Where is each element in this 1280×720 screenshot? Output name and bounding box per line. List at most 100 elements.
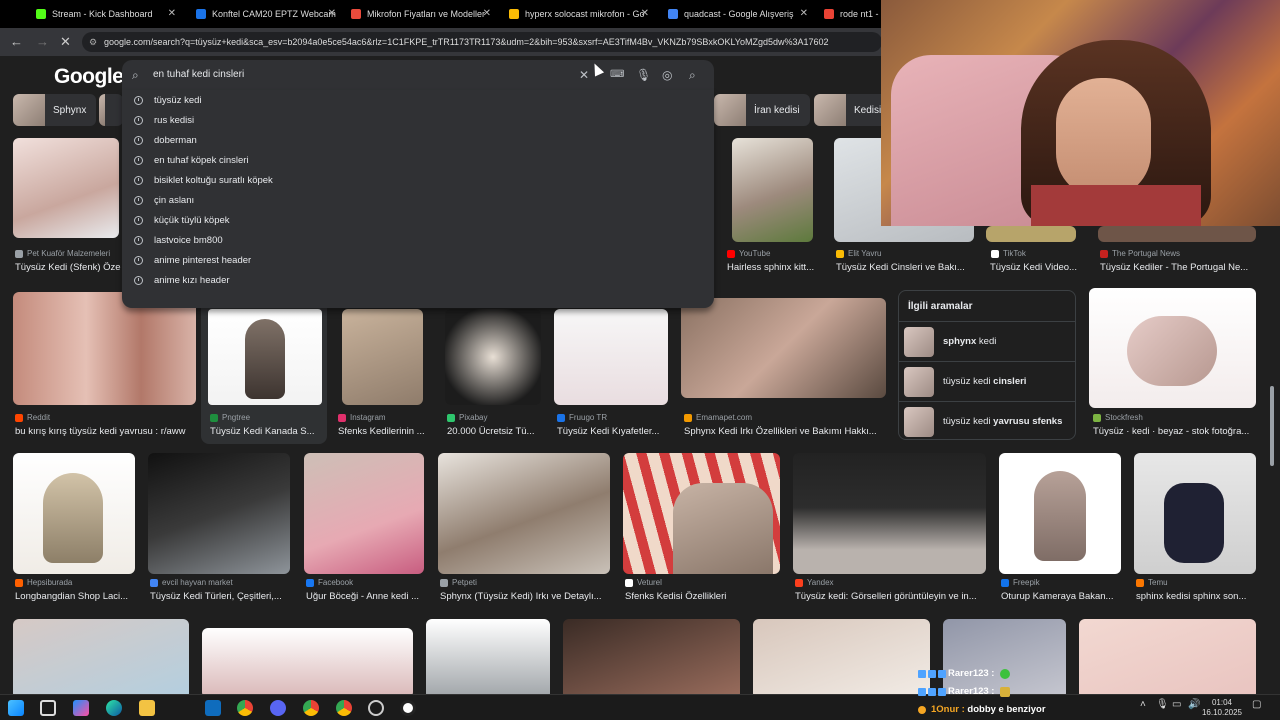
- google-logo[interactable]: Google: [54, 65, 124, 89]
- result-image[interactable]: [426, 619, 550, 694]
- steam-icon[interactable]: [400, 700, 416, 716]
- chrome-icon[interactable]: [336, 700, 352, 716]
- suggestion-item[interactable]: anime kızı header: [122, 270, 714, 290]
- result-image[interactable]: [732, 138, 813, 242]
- result-image[interactable]: [13, 138, 119, 238]
- suggestion-item[interactable]: en tuhaf köpek cinsleri: [122, 150, 714, 170]
- outlook-icon[interactable]: [205, 700, 221, 716]
- result-caption[interactable]: Tüysüz Kedi Kanada S...: [210, 426, 324, 437]
- chip-kedisi[interactable]: Kedisi: [814, 94, 892, 126]
- result-image[interactable]: [1098, 226, 1256, 242]
- volume-icon[interactable]: 🔊: [1188, 699, 1200, 710]
- result-image[interactable]: [753, 619, 930, 694]
- camera-search-icon[interactable]: ◎: [662, 68, 672, 82]
- result-caption[interactable]: Tüysüz Kedi Video...: [990, 262, 1082, 273]
- result-image[interactable]: [554, 309, 668, 405]
- scrollbar-thumb[interactable]: [1270, 386, 1274, 466]
- browser-tab[interactable]: Konftel CAM20 EPTZ Webcam ✕: [190, 0, 342, 28]
- result-caption[interactable]: 20.000 Ücretsiz Tü...: [447, 426, 543, 437]
- related-item[interactable]: tüysüz kedi cinsleri: [899, 361, 1075, 401]
- related-item[interactable]: tüysüz kedi yavrusu sfenks: [899, 401, 1075, 441]
- suggestion-item[interactable]: çin aslanı: [122, 190, 714, 210]
- result-caption[interactable]: Tüysüz Kedi Türleri, Çeşitleri,...: [150, 591, 290, 602]
- suggestion-item[interactable]: doberman: [122, 130, 714, 150]
- result-caption[interactable]: Tüysüz · kedi · beyaz - stok fotoğra...: [1093, 426, 1257, 437]
- result-image[interactable]: [793, 453, 986, 574]
- file-explorer-icon[interactable]: [139, 700, 155, 716]
- tray-chevron-icon[interactable]: ˄: [1140, 699, 1146, 710]
- keyboard-icon[interactable]: ⌨: [610, 69, 624, 80]
- task-view-icon[interactable]: [40, 700, 56, 716]
- browser-tab[interactable]: Mikrofon Fiyatları ve Modeller ✕: [345, 0, 497, 28]
- suggestion-item[interactable]: rus kedisi: [122, 110, 714, 130]
- browser-tab[interactable]: rode nt1 - G: [818, 0, 880, 28]
- chip-partial[interactable]: [99, 94, 123, 126]
- result-caption[interactable]: sphinx kedisi sphinx son...: [1136, 591, 1256, 602]
- suggestion-item[interactable]: tüysüz kedi: [122, 90, 714, 110]
- suggestion-item[interactable]: küçük tüylü köpek: [122, 210, 714, 230]
- result-caption[interactable]: Uğur Böceği - Anne kedi ...: [306, 591, 426, 602]
- site-info-icon[interactable]: ⚙: [89, 32, 97, 52]
- search-submit-icon[interactable]: ⌕: [689, 68, 696, 83]
- result-image[interactable]: [202, 628, 413, 694]
- tab-close-icon[interactable]: ✕: [641, 8, 649, 19]
- result-image[interactable]: [438, 453, 610, 574]
- result-image[interactable]: [986, 226, 1076, 242]
- result-image[interactable]: [681, 298, 886, 398]
- url-field[interactable]: ⚙ google.com/search?q=tüysüz+kedi&sca_es…: [82, 32, 882, 52]
- microphone-icon[interactable]: 🎙: [636, 68, 651, 82]
- result-image[interactable]: [563, 619, 740, 694]
- result-caption[interactable]: Longbangdian Shop Laci...: [15, 591, 137, 602]
- result-image[interactable]: [342, 309, 423, 405]
- result-caption[interactable]: Sphynx Kedi Irkı Özellikleri ve Bakımı H…: [684, 426, 884, 437]
- taskbar-clock[interactable]: 01:04 16.10.2025: [1202, 698, 1242, 718]
- network-icon[interactable]: ▭: [1172, 699, 1181, 710]
- result-image[interactable]: [13, 619, 189, 694]
- result-caption[interactable]: Tüysüz kedi: Görselleri görüntüleyin ve …: [795, 591, 985, 602]
- result-image[interactable]: [445, 309, 541, 405]
- chrome-icon[interactable]: [303, 700, 319, 716]
- tab-close-icon[interactable]: ✕: [168, 8, 176, 19]
- result-caption[interactable]: Oturup Kameraya Bakan...: [1001, 591, 1121, 602]
- suggestion-item[interactable]: bisiklet koltuğu suratlı köpek: [122, 170, 714, 190]
- result-caption[interactable]: Sfenks Kedilerinin ...: [338, 426, 430, 437]
- forward-icon[interactable]: →: [36, 34, 49, 49]
- result-image[interactable]: [1079, 619, 1256, 694]
- browser-tab[interactable]: quadcast - Google Alışveriş ✕: [662, 0, 814, 28]
- clear-icon[interactable]: ✕: [579, 68, 589, 82]
- result-image[interactable]: [999, 453, 1121, 574]
- chip-sphynx[interactable]: Sphynx: [13, 94, 97, 126]
- result-caption[interactable]: Tüysüz Kedi Kıyafetler...: [557, 426, 669, 437]
- obs-icon[interactable]: [368, 700, 384, 716]
- result-image[interactable]: [623, 453, 780, 574]
- tab-close-icon[interactable]: ✕: [800, 8, 808, 19]
- browser-tab[interactable]: Stream - Kick Dashboard ✕: [30, 0, 182, 28]
- result-caption[interactable]: Sphynx (Tüysüz Kedi) Irkı ve Detaylı...: [440, 591, 610, 602]
- result-caption[interactable]: bu kırış kırış tüysüz kedi yavrusu : r/a…: [15, 426, 197, 437]
- result-image[interactable]: [1089, 288, 1256, 408]
- chrome-icon[interactable]: [237, 700, 253, 716]
- result-caption[interactable]: Sfenks Kedisi Özellikleri: [625, 591, 780, 602]
- search-input[interactable]: en tuhaf kedi cinsleri: [153, 69, 244, 80]
- related-item[interactable]: sphynx kedi: [899, 321, 1075, 361]
- windows-start-icon[interactable]: [8, 700, 24, 716]
- result-image[interactable]: [1134, 453, 1256, 574]
- browser-tab[interactable]: hyperx solocast mikrofon - Go ✕: [503, 0, 655, 28]
- result-caption[interactable]: Tüysüz Kedi Cinsleri ve Bakı...: [836, 262, 980, 273]
- stop-loading-icon[interactable]: ✕: [60, 34, 71, 50]
- tab-close-icon[interactable]: ✕: [328, 8, 336, 19]
- back-icon[interactable]: ←: [10, 34, 23, 49]
- result-image[interactable]: [13, 292, 196, 405]
- result-image[interactable]: [943, 619, 1066, 694]
- search-box[interactable]: ⌕ en tuhaf kedi cinsleri ✕ ⌨ 🎙 ◎ ⌕: [122, 60, 714, 90]
- copilot-icon[interactable]: [73, 700, 89, 716]
- discord-icon[interactable]: [270, 700, 286, 716]
- result-caption[interactable]: Tüysüz Kedi (Sfenk) Öze: [15, 262, 121, 273]
- result-image[interactable]: [148, 453, 290, 574]
- suggestion-item[interactable]: lastvoice bm800: [122, 230, 714, 250]
- result-image[interactable]: [304, 453, 424, 574]
- chip-iran-kedisi[interactable]: İran kedisi: [714, 94, 810, 126]
- tab-close-icon[interactable]: ✕: [483, 8, 491, 19]
- edge-icon[interactable]: [106, 700, 122, 716]
- result-caption[interactable]: Tüysüz Kediler - The Portugal Ne...: [1100, 262, 1252, 273]
